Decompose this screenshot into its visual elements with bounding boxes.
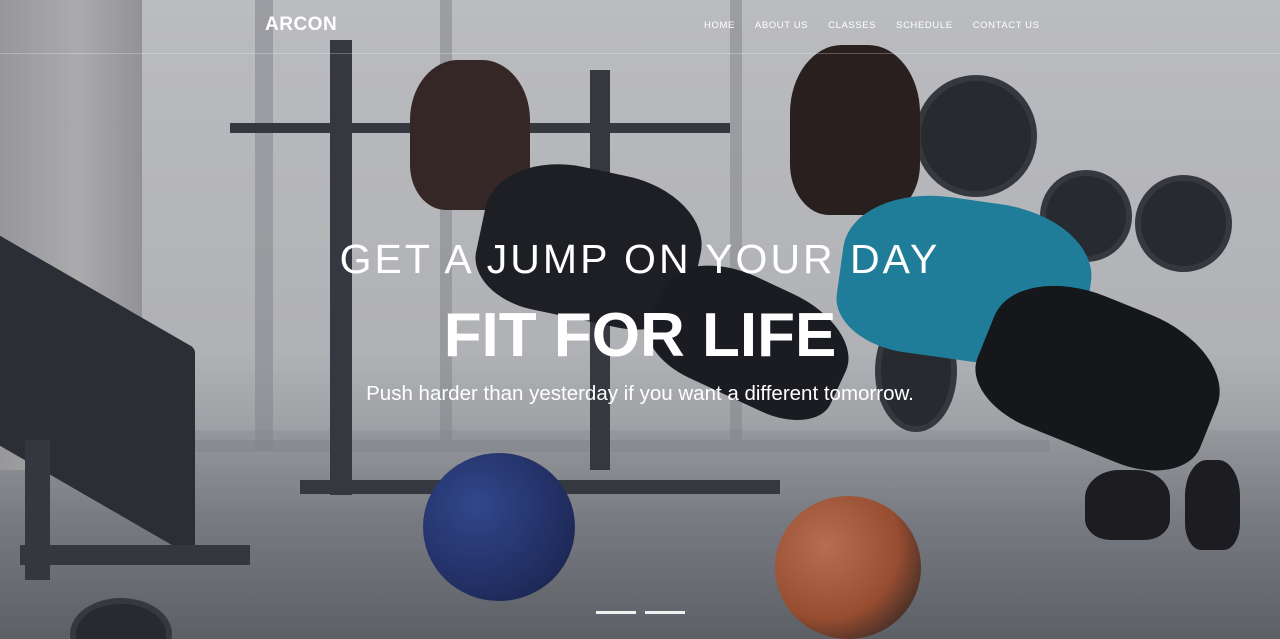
nav-classes[interactable]: CLASSES	[828, 20, 876, 31]
hero-headline: FIT FOR LIFE	[443, 301, 837, 370]
navbar: ARCON HOME ABOUT US CLASSES SCHEDULE CON…	[0, 0, 1280, 54]
slider-dot-2[interactable]	[645, 611, 685, 614]
hero-caption: GET A JUMP ON YOUR DAY FIT FOR LIFE Push…	[0, 232, 1280, 409]
hero-kicker: GET A JUMP ON YOUR DAY	[339, 236, 941, 282]
nav-contact-us[interactable]: CONTACT US	[973, 20, 1040, 31]
nav-schedule[interactable]: SCHEDULE	[896, 20, 953, 31]
slider-dot-1[interactable]	[596, 611, 636, 614]
hero-tagline: Push harder than yesterday if you want a…	[366, 382, 914, 405]
main-nav: HOME ABOUT US CLASSES SCHEDULE CONTACT U…	[704, 20, 1060, 31]
slider-dots	[596, 611, 685, 614]
brand-logo[interactable]: ARCON	[265, 14, 337, 36]
nav-about-us[interactable]: ABOUT US	[755, 20, 808, 31]
nav-home[interactable]: HOME	[704, 20, 735, 31]
